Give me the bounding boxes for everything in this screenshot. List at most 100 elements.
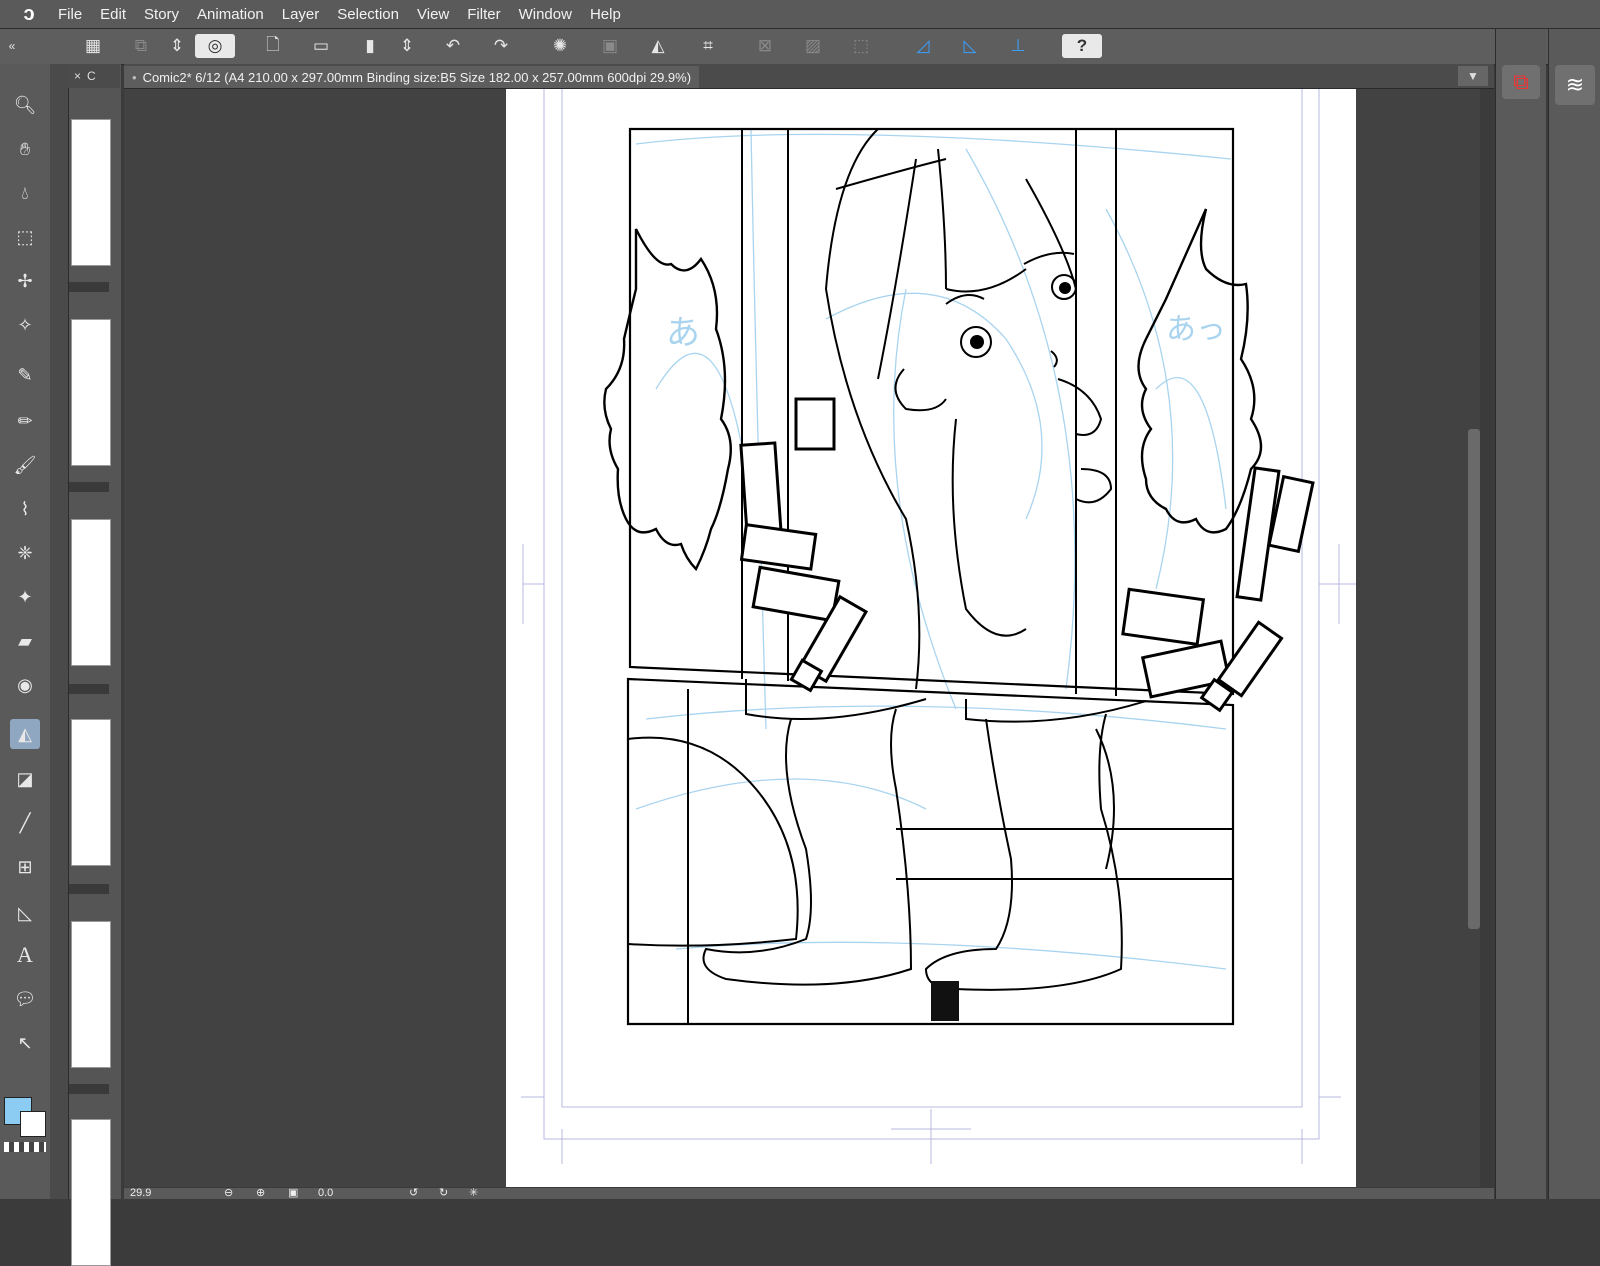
eraser-icon[interactable]: ▰ — [10, 626, 40, 656]
command-bar: « ▦ ⧉ ⇕ ◎ 🗋 ▭ ▮ ⇕ ↶ ↷ ✺ ▣ ◭ ⌗ ⊠ ▨ ⬚ ◿ ◺ … — [0, 29, 1600, 65]
layer-panel-strip: ≋ — [1548, 29, 1600, 1199]
gradient-icon[interactable]: ◪ — [10, 764, 40, 794]
page-artwork: あ あっ — [521, 89, 1356, 1164]
layer-color-panel-strip: ⧉ — [1495, 29, 1546, 1199]
tool-palette: 🔍︎ ✋︎ 💧︎ ⬚ ✢ ✧ ✎ ✏︎ 🖌︎ ⌇ ❈ ✦ ▰ ◉ ◭ ◪ ╱ ⊞… — [0, 64, 51, 1199]
menu-filter[interactable]: Filter — [467, 6, 500, 23]
page-thumbnail[interactable] — [71, 319, 111, 466]
status-bar: 29.9 ⊖ ⊕ ▣ 0.0 ↺ ↻ ✳ — [124, 1186, 1494, 1199]
menu-window[interactable]: Window — [519, 6, 572, 23]
document-tab[interactable]: • Comic2* 6/12 (A4 210.00 x 297.00mm Bin… — [124, 66, 700, 88]
left-tab-label: C — [87, 69, 96, 83]
rotate-left-icon[interactable]: ↺ — [409, 1186, 418, 1199]
zoom-icon[interactable]: 🔍︎ — [10, 90, 40, 120]
background-color-swatch[interactable] — [20, 1111, 46, 1137]
page-thumbnail[interactable] — [71, 719, 111, 866]
close-tab-icon[interactable]: • — [132, 70, 137, 85]
hand-icon[interactable]: ✋︎ — [10, 134, 40, 164]
menu-layer[interactable]: Layer — [282, 6, 320, 23]
transparent-color-swatch[interactable] — [4, 1142, 46, 1152]
layer-property-icon[interactable]: ⧉ — [1502, 65, 1540, 99]
decoration-icon[interactable]: ❈ — [10, 538, 40, 568]
blend-icon[interactable]: ◉ — [10, 670, 40, 700]
layers-icon[interactable]: ≋ — [1555, 65, 1595, 105]
text-icon[interactable]: A — [10, 940, 40, 970]
undo-icon[interactable]: ↶ — [440, 34, 466, 58]
correct-line-icon[interactable]: ↖ — [10, 1028, 40, 1058]
menu-bar: ↄ File Edit Story Animation Layer Select… — [0, 0, 1600, 29]
grid-icon[interactable]: ▦ — [80, 34, 106, 58]
fit-icon[interactable]: ▣ — [288, 1186, 298, 1199]
help-icon[interactable]: ? — [1062, 34, 1102, 58]
fill-tool-icon[interactable]: ◭ — [10, 719, 40, 749]
ruler-icon[interactable]: ◺ — [10, 898, 40, 928]
move-icon[interactable]: ✢ — [10, 266, 40, 296]
magic-wand-icon[interactable]: ✧ — [10, 310, 40, 340]
frame-icon[interactable]: ⊞ — [10, 852, 40, 882]
page-thumbnail[interactable] — [71, 1119, 111, 1266]
zoom-out-icon[interactable]: ⊖ — [224, 1186, 233, 1199]
sketch-text-right: あっ — [1166, 313, 1226, 346]
page-manager-strip — [68, 64, 121, 1266]
open-folder-icon[interactable]: ▭ — [308, 34, 334, 58]
line-icon[interactable]: ╱ — [10, 808, 40, 838]
crop-icon[interactable]: ⊠ — [752, 34, 778, 58]
ruler-c-icon[interactable]: ⊥ — [1005, 34, 1031, 58]
thumbnail-separator — [69, 482, 109, 492]
menu-view[interactable]: View — [417, 6, 449, 23]
thumbnail-separator — [69, 684, 109, 694]
balloon-icon[interactable]: 💬︎ — [10, 984, 40, 1014]
copy-icon[interactable]: ⧉ — [128, 34, 154, 58]
reset-rotation-icon[interactable]: ✳ — [469, 1186, 478, 1199]
left-tab[interactable]: × C — [68, 64, 120, 88]
pen-icon[interactable]: ✎ — [10, 360, 40, 390]
clip-logo-icon[interactable]: ◎ — [195, 34, 235, 58]
updown-icon-2[interactable]: ⇕ — [394, 34, 420, 58]
redo-icon[interactable]: ↷ — [488, 34, 514, 58]
eyedropper-icon[interactable]: 💧︎ — [10, 178, 40, 208]
rotate-right-icon[interactable]: ↻ — [439, 1186, 448, 1199]
resize-icon[interactable]: ⌗ — [695, 34, 721, 58]
thumbnail-separator — [69, 884, 109, 894]
brush-icon[interactable]: 🖌︎ — [10, 450, 40, 480]
menu-edit[interactable]: Edit — [100, 6, 126, 23]
pencil-icon[interactable]: ✏︎ — [10, 406, 40, 436]
ruler-b-icon[interactable]: ◺ — [957, 34, 983, 58]
menu-selection[interactable]: Selection — [337, 6, 399, 23]
transform-icon[interactable]: ▣ — [597, 34, 623, 58]
logo-icon[interactable]: ↄ — [0, 3, 58, 26]
tab-menu-chevron-icon[interactable]: ▼ — [1458, 66, 1488, 86]
new-page-icon[interactable]: 🗋 — [260, 34, 286, 58]
airbrush-icon[interactable]: ⌇ — [10, 494, 40, 524]
page-thumbnail[interactable] — [71, 921, 111, 1068]
menu-help[interactable]: Help — [590, 6, 621, 23]
ruler-a-icon[interactable]: ◿ — [910, 34, 936, 58]
thumbnail-separator — [69, 1084, 109, 1094]
subtool-divider — [50, 64, 68, 1199]
document-title: Comic2* 6/12 (A4 210.00 x 297.00mm Bindi… — [142, 69, 692, 85]
page-thumbnail[interactable] — [71, 119, 111, 266]
save-icon[interactable]: ▮ — [357, 34, 383, 58]
sketch-text-left: あ — [666, 314, 700, 352]
zoom-in-icon[interactable]: ⊕ — [256, 1186, 265, 1199]
manga-page[interactable]: あ あっ — [506, 89, 1356, 1187]
sparkle-tool-icon[interactable]: ✦ — [10, 582, 40, 612]
rotation-value[interactable]: 0.0 — [318, 1187, 333, 1199]
page-thumbnail[interactable] — [71, 519, 111, 666]
menu-story[interactable]: Story — [144, 6, 179, 23]
fill-icon[interactable]: ◭ — [645, 34, 671, 58]
close-icon[interactable]: × — [74, 69, 81, 83]
updown-icon[interactable]: ⇕ — [164, 34, 190, 58]
zoom-value[interactable]: 29.9 — [130, 1187, 151, 1199]
thumbnail-separator — [69, 282, 109, 292]
menu-animation[interactable]: Animation — [197, 6, 264, 23]
document-tab-bar: • Comic2* 6/12 (A4 210.00 x 297.00mm Bin… — [124, 64, 1494, 89]
canvas-area[interactable]: あ あっ — [124, 89, 1480, 1187]
rect-select-icon[interactable]: ⬚ — [10, 222, 40, 252]
stripe-icon[interactable]: ▨ — [800, 34, 826, 58]
collapse-left-icon[interactable]: « — [2, 34, 22, 58]
menu-file[interactable]: File — [58, 6, 82, 23]
sparkle-icon[interactable]: ✺ — [547, 34, 573, 58]
select-icon[interactable]: ⬚ — [848, 34, 874, 58]
vertical-scrollbar[interactable] — [1468, 429, 1480, 929]
